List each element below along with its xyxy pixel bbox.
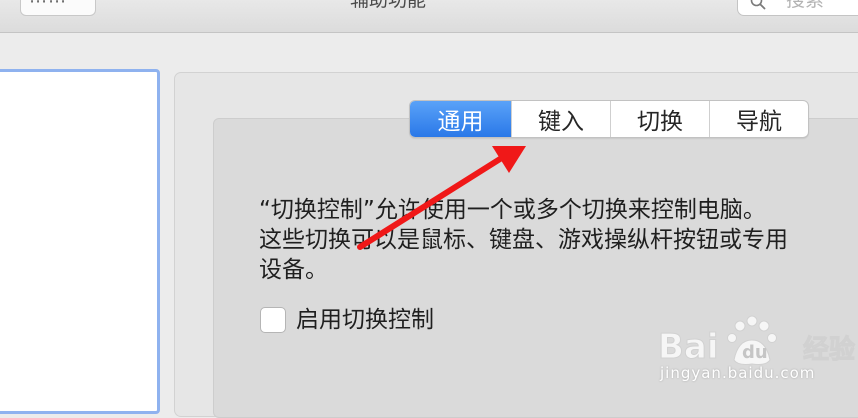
enable-switch-control-row[interactable]: 启用切换控制 xyxy=(260,305,434,335)
svg-text:du: du xyxy=(742,342,768,363)
tab-switches[interactable]: 切换 xyxy=(610,101,709,137)
tab-typing[interactable]: 键入 xyxy=(511,101,610,137)
feature-list[interactable] xyxy=(0,69,160,414)
svg-text:Bai: Bai xyxy=(658,327,719,367)
svg-text:经验: 经验 xyxy=(803,334,855,365)
switch-control-description: “切换控制”允许使用一个或多个切换来控制电脑。 这些切换可以是鼠标、键盘、游戏操… xyxy=(259,197,788,283)
tab-bar: 通用 键入 切换 导航 xyxy=(409,100,809,138)
grid-icon: ⋯⋯ xyxy=(29,0,67,12)
window-title: 辅助功能 xyxy=(350,0,427,11)
enable-switch-control-label: 启用切换控制 xyxy=(296,307,434,333)
search-placeholder: 搜索 xyxy=(786,0,825,11)
tab-general[interactable]: 通用 xyxy=(410,101,511,137)
search-icon xyxy=(750,0,766,10)
enable-switch-control-checkbox[interactable] xyxy=(260,307,286,333)
tab-navigation[interactable]: 导航 xyxy=(709,101,808,137)
window-toolbar xyxy=(0,0,858,33)
watermark-url: jingyan.baidu.com xyxy=(660,364,816,382)
